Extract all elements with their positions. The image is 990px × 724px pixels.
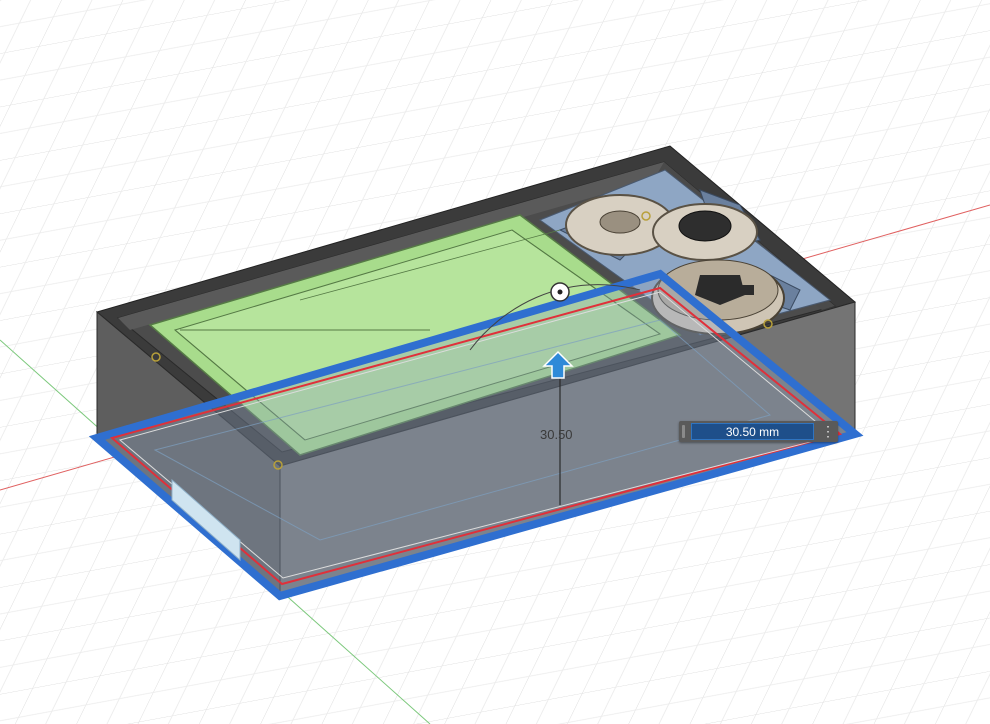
- 3d-viewport[interactable]: 30.50 ⋮: [0, 0, 990, 724]
- pivot-ring-icon[interactable]: [550, 282, 570, 302]
- dimension-input-box: ⋮: [679, 421, 838, 442]
- dimension-label: 30.50: [540, 427, 573, 442]
- distance-input[interactable]: [691, 423, 814, 440]
- drag-handle[interactable]: [682, 425, 685, 438]
- model-scene[interactable]: [0, 0, 990, 724]
- more-options-icon[interactable]: ⋮: [821, 423, 835, 440]
